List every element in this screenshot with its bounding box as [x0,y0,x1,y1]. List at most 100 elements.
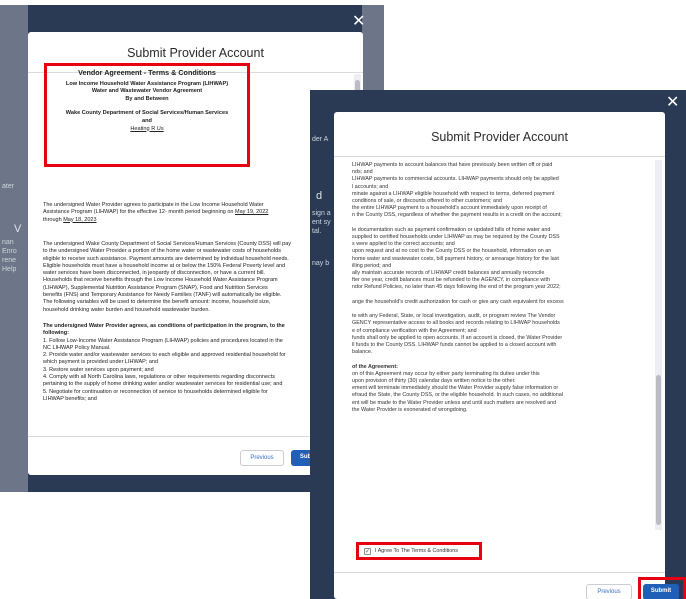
paragraph-line: Assistance Program (LIHWAP) for the effe… [43,209,353,216]
condition-line: pertaining to the supply of home drinkin… [43,381,283,388]
document-line: the Water Provider is exonerated of wron… [352,406,468,413]
condition-line: 1. Follow Low-Income Water Assistance Pr… [43,337,283,344]
document-line: s were applied to the correct accounts; … [352,241,455,248]
document-line: ally maintain accurate records of LIHWAP… [352,270,545,277]
document-line: home water and wastewater costs, bill pa… [352,255,559,262]
modal-title: Submit Provider Account [127,46,264,60]
scrollbar-thumb[interactable] [656,375,661,525]
screenshot-stage: ater V nan Enro rene Help ✕ Submit Provi… [0,0,686,599]
document-line: efraud the State, the County DSS, or the… [352,392,563,399]
agree-checkbox[interactable]: ✓ [364,548,371,555]
document-line: ll funds to the County DSS. LIHWAP funds… [352,342,557,349]
paragraph-text: Assistance Program (LIHWAP) for the effe… [43,209,235,216]
previous-button[interactable]: Previous [586,584,632,599]
background-text: tal. [312,228,322,235]
agreement-name: Water and Wastewater Vendor Agreement [91,88,203,95]
document-line: minate against a LIHWAP eligible househo… [352,190,555,197]
condition-line: 3. Restore water services upon payment; … [43,366,154,373]
document-line [352,356,652,363]
background-text: der A [312,136,329,143]
modal-title: Submit Provider Account [431,130,568,144]
document-line: ange the household's credit authorizatio… [352,298,564,305]
agree-label[interactable]: I Agree To The Terms & Conditions [375,548,458,554]
document-line: upon request and at no cost to the Count… [352,248,552,255]
close-icon[interactable]: ✕ [352,13,365,29]
document-scrollbar[interactable] [655,160,662,530]
document-line: of the Agreement: [352,363,398,370]
paragraph-line: benefits (FNS) and Temporary Assistance … [43,292,282,299]
background-text: nan [2,239,14,246]
county-name: Wake County Department of Social Service… [65,110,229,117]
background-text: nay b [312,260,330,267]
document-line: LIHWAP payments to commercial accounts. … [352,176,559,183]
document-line: ent will be made to the Water Provider u… [352,399,557,406]
agreement-paragraph-2: The undersigned Wake County Department o… [43,241,353,314]
condition-line: 4. Comply with all North Carolina laws, … [43,374,276,381]
terms-heading: Vendor Agreement - Terms & Conditions [78,68,216,77]
document-line: LIHWAP payments to account balances that… [352,162,553,168]
paragraph-line: The undersigned Water Provider agrees to… [43,202,264,208]
paragraph-line: eligible to receive such assistance. Pay… [43,255,289,262]
document-line [352,292,652,299]
document-line: GENCY representative access to all books… [352,320,560,327]
document-line: supplied to certified households under L… [352,234,560,241]
condition-line: which payment is provided under LIHWAP; … [43,359,159,366]
background-text: Enro [2,248,17,255]
paragraph-line: water services have been disconnected, i… [43,270,265,277]
document-line: n the County DSS, regardless of whether … [352,212,562,219]
condition-line: 5. Negotiate for continuation or reconne… [43,388,268,395]
document-line: te with any Federal, State, or local inv… [352,313,556,320]
conditions-heading: following: [43,330,69,337]
condition-line: NC LIHWAP Policy Manual. [43,344,111,351]
divider [334,156,665,157]
document-line: nds; and [352,169,373,176]
document-line [352,220,652,227]
paragraph-line: Eligible households must have a househol… [43,262,286,269]
agreement-document-text: LIHWAP payments to account balances that… [352,162,652,414]
condition-line: LIHWAP benefits; and [43,395,97,402]
end-date-link[interactable]: May 18, 2023 [63,217,96,223]
program-name: Low Income Household Water Assistance Pr… [65,80,229,87]
document-line: l accounts; and [352,183,389,190]
document-line: ement will terminate immediately should … [352,385,559,392]
vendor-link[interactable]: Heating R Us [52,126,242,134]
condition-line: 2. Provide water and/or wastewater servi… [43,352,286,359]
document-line: upon provision of thirty (30) calendar d… [352,378,516,385]
document-line: the entire LIHWAP payment to a household… [352,205,547,212]
document-line: funds shall only be applied to open acco… [352,334,563,341]
right-window-overlay: der A d sign a ent sy tal. nay b ✕ Submi… [310,90,686,599]
divider [334,572,665,573]
background-text: ent sy [312,219,331,226]
document-line: ndor Refund Policies, no later than 45 d… [352,284,561,291]
submit-provider-modal-right: Submit Provider Account LIHWAP payments … [334,112,686,599]
background-text: Help [2,266,17,273]
conditions-section: The undersigned Water Provider agrees, a… [43,323,353,403]
and-text: and [142,117,152,124]
conditions-heading: The undersigned Water Provider agrees, a… [43,323,285,329]
paragraph-line: to the undersigned Water Provider a port… [43,248,281,255]
document-line: balance. [352,349,373,356]
background-text: ater [2,183,15,190]
paragraph-line: through May 18, 2023 [43,217,353,224]
paragraph-line: The undersigned Wake County Department o… [43,241,292,247]
previous-button[interactable]: Previous [240,450,284,466]
document-line [352,306,652,313]
paragraph-line: Households that receive benefits through… [43,277,278,284]
paragraph-line: The following variables will be used to … [43,299,271,306]
background-text: V [14,223,22,235]
close-icon[interactable]: ✕ [666,94,679,110]
document-line: e of compliance verification with the Ag… [352,327,477,334]
by-and-between: By and Between [125,95,169,102]
submit-highlight-box [638,577,686,599]
start-date-link[interactable]: May 19, 2022 [235,209,268,215]
background-text: sign a [312,210,331,217]
document-line: le documentation such as payment confirm… [352,226,551,233]
background-text: rene [2,257,17,264]
document-line: fter one year, credit balances must be r… [352,277,550,284]
document-line: on of this Agreement may occur by either… [352,370,540,377]
document-line: conditions of sale, or discounts offered… [352,198,503,205]
document-line: illing period; and [352,262,392,269]
terms-header: Vendor Agreement - Terms & Conditions Lo… [52,69,242,133]
agreement-paragraph-1: The undersigned Water Provider agrees to… [43,202,353,224]
paragraph-text: through [43,216,64,223]
